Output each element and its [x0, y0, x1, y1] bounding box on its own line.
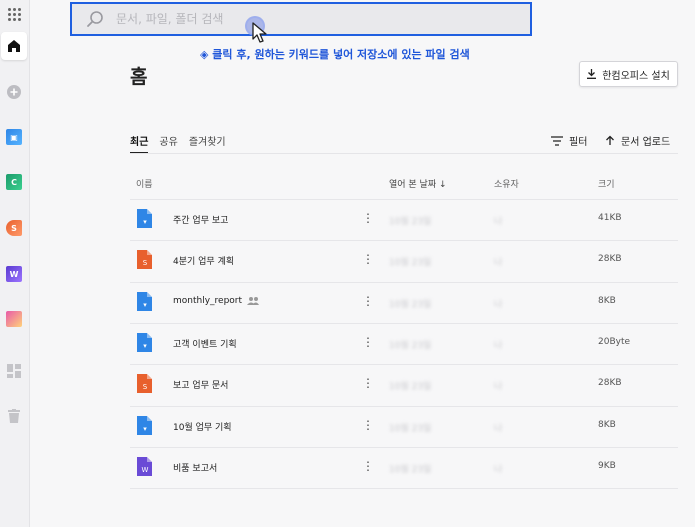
more-options-icon[interactable]: ⋮	[362, 252, 374, 266]
opened-date: 10월 23일	[389, 299, 432, 310]
search-bar[interactable]	[70, 2, 532, 36]
column-opened-date[interactable]: 열어 본 날짜 ↓	[389, 177, 447, 190]
file-tabs: 최근 공유 즐겨찾기	[130, 133, 226, 154]
svg-text:▾: ▾	[143, 425, 147, 433]
file-name[interactable]: 고객 이벤트 기획	[173, 337, 237, 350]
column-name[interactable]: 이름	[136, 177, 153, 190]
column-owner[interactable]: 소유자	[494, 177, 519, 190]
template-icon[interactable]	[4, 361, 24, 381]
file-name[interactable]: 비품 보고서	[173, 461, 217, 474]
table-row[interactable]: S 4분기 업무 계획 ⋮ 10월 23일 나 28KB	[130, 240, 678, 281]
docs-file-icon: ▾	[137, 209, 152, 228]
table-row[interactable]: S 보고 업무 문서 ⋮ 10월 23일 나 28KB	[130, 364, 678, 405]
sheet-app-icon[interactable]: C	[4, 172, 24, 192]
file-name-text: 비품 보고서	[173, 463, 218, 474]
left-rail: ▣ C S W	[0, 0, 30, 527]
mouse-pointer-icon	[252, 22, 267, 43]
opened-date: 10월 23일	[389, 340, 432, 351]
owner: 나	[494, 258, 503, 269]
search-icon	[87, 11, 103, 27]
file-name-text: 주간 업무 보고	[173, 216, 229, 226]
docs-file-icon: ▾	[137, 415, 152, 435]
upload-icon	[606, 135, 614, 145]
add-icon[interactable]	[4, 82, 24, 102]
owner: 나	[494, 340, 503, 351]
owner: 나	[494, 464, 503, 475]
owner: 나	[494, 299, 503, 310]
file-size: 28KB	[598, 254, 622, 265]
note-app-icon[interactable]	[4, 309, 24, 329]
table-row[interactable]: ▾ monthly_report ⋮ 10월 23일 나 8KB	[130, 282, 678, 323]
table-row[interactable]: W 비품 보고서 ⋮ 10월 23일 나 9KB	[130, 447, 678, 488]
file-size: 28KB	[598, 378, 622, 389]
more-options-icon[interactable]: ⋮	[362, 418, 374, 432]
slide-file-icon: S	[137, 250, 152, 270]
word-app-icon[interactable]: W	[4, 264, 24, 284]
more-options-icon[interactable]: ⋮	[362, 376, 374, 390]
tab-shared[interactable]: 공유	[159, 133, 177, 154]
file-name-text: monthly_report	[173, 295, 243, 306]
column-size[interactable]: 크기	[598, 177, 615, 190]
file-size: 8KB	[598, 419, 616, 430]
file-size: 8KB	[598, 295, 616, 306]
more-options-icon[interactable]: ⋮	[362, 335, 374, 349]
filter-button[interactable]: 필터	[551, 133, 587, 148]
install-office-label: 한컴오피스 설치	[602, 70, 670, 82]
more-options-icon[interactable]: ⋮	[362, 211, 374, 225]
docs-file-icon: ▾	[137, 291, 152, 311]
slide-file-icon: S	[137, 374, 152, 394]
filter-label: 필터	[569, 137, 588, 148]
opened-date: 10월 23일	[389, 217, 432, 227]
svg-text:▾: ▾	[143, 218, 147, 226]
shared-users-icon	[247, 296, 260, 305]
file-name[interactable]: monthly_report	[173, 295, 260, 306]
file-name-text: 고객 이벤트 기획	[173, 339, 237, 350]
svg-text:▾: ▾	[143, 301, 147, 309]
more-options-icon[interactable]: ⋮	[362, 294, 374, 308]
tab-favorites[interactable]: 즐겨찾기	[189, 133, 226, 154]
opened-date: 10월 23일	[389, 423, 432, 434]
svg-text:S: S	[143, 259, 148, 267]
file-name-text: 10월 업무 기획	[173, 422, 232, 433]
opened-date: 10월 23일	[389, 258, 432, 269]
trash-icon[interactable]	[4, 406, 24, 426]
docs-app-icon[interactable]: ▣	[4, 127, 24, 147]
table-row[interactable]: ▾ 주간 업무 보고 ⋮ 10월 23일 나 41KB	[130, 199, 678, 240]
file-name[interactable]: 4분기 업무 계획	[173, 254, 234, 267]
opened-date: 10월 23일	[389, 464, 432, 475]
table-row[interactable]: ▾ 10월 업무 기획 ⋮ 10월 23일 나 8KB	[130, 406, 678, 447]
svg-text:S: S	[143, 383, 148, 391]
download-icon	[587, 69, 597, 79]
tab-divider	[130, 153, 678, 154]
search-hint: ◈ 클릭 후, 원하는 키워드를 넣어 저장소에 있는 파일 검색	[200, 48, 470, 61]
install-office-button[interactable]: 한컴오피스 설치	[579, 61, 678, 87]
file-size: 41KB	[598, 213, 622, 223]
docs-file-icon: ▾	[137, 332, 152, 352]
slide-app-icon[interactable]: S	[4, 218, 24, 238]
word-file-icon: W	[137, 456, 152, 476]
owner: 나	[494, 217, 503, 227]
file-size: 20Byte	[598, 336, 631, 347]
upload-document-button[interactable]: 문서 업로드	[605, 133, 670, 148]
opened-date: 10월 23일	[389, 382, 432, 393]
row-divider	[130, 488, 678, 490]
page-title: 홈	[130, 66, 148, 88]
file-name[interactable]: 주간 업무 보고	[173, 213, 228, 226]
file-size: 9KB	[598, 460, 616, 471]
file-name-text: 보고 업무 문서	[173, 381, 229, 392]
more-options-icon[interactable]: ⋮	[362, 459, 374, 473]
table-row[interactable]: ▾ 고객 이벤트 기획 ⋮ 10월 23일 나 20Byte	[130, 323, 678, 364]
upload-document-label: 문서 업로드	[621, 137, 671, 148]
svg-text:W: W	[142, 466, 149, 474]
tab-recent[interactable]: 최근	[130, 133, 149, 154]
home-icon[interactable]	[1, 32, 27, 60]
owner: 나	[494, 423, 503, 434]
file-name[interactable]: 보고 업무 문서	[173, 378, 228, 391]
file-name-text: 4분기 업무 계획	[173, 257, 235, 268]
apps-grid-icon[interactable]	[4, 4, 24, 24]
svg-text:▾: ▾	[143, 342, 147, 350]
file-name[interactable]: 10월 업무 기획	[173, 420, 232, 433]
owner: 나	[494, 382, 503, 393]
filter-icon	[551, 135, 563, 146]
